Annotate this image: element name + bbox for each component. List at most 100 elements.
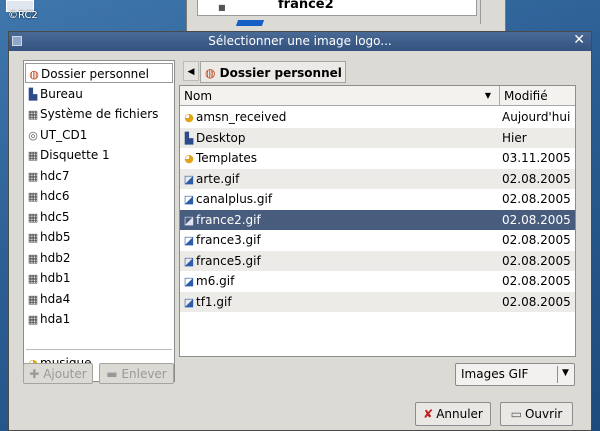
- sidebar-item-ut-cd1[interactable]: ◎ UT_CD1: [25, 125, 175, 145]
- file-row[interactable]: ◪ france3.gif 02.08.2005: [180, 230, 575, 250]
- file-row[interactable]: ◕ Templates 03.11.2005: [180, 148, 575, 168]
- file-chooser-dialog: Sélectionner une image logo... ✕ ◍ Dossie…: [8, 31, 592, 431]
- file-name: france5.gif: [196, 253, 261, 268]
- file-row[interactable]: ◪ arte.gif 02.08.2005: [180, 168, 575, 190]
- file-name: france3.gif: [196, 233, 261, 247]
- file-modified: 02.08.2005: [502, 253, 571, 268]
- harddisk-icon: ▦: [27, 108, 39, 121]
- places-sidebar: ◍ Dossier personnel ▙ Bureau ▦ Système de fic…: [23, 60, 175, 382]
- harddisk-icon: ▦: [27, 272, 39, 285]
- column-name-label: Nom: [184, 89, 213, 103]
- file-name: m6.gif: [196, 274, 235, 288]
- filter-divider: [557, 366, 558, 383]
- sort-down-icon: ▼: [484, 91, 491, 100]
- sidebar-item-bureau[interactable]: ▙ Bureau: [25, 84, 175, 104]
- sidebar-item-hdc5[interactable]: ▦ hdc5: [25, 207, 175, 227]
- file-name: canalplus.gif: [196, 192, 273, 206]
- sidebar-item-hdb2[interactable]: ▦ hdb2: [25, 248, 175, 268]
- file-name: Templates: [196, 151, 258, 165]
- file-modified: 02.08.2005: [502, 212, 571, 227]
- file-row[interactable]: ◪ m6.gif 02.08.2005: [180, 271, 575, 291]
- sidebar-item-hda4[interactable]: ▦ hda4: [25, 289, 175, 309]
- image-file-icon: ◪: [183, 275, 195, 288]
- sidebar-item-hdb1[interactable]: ▦ hdb1: [25, 268, 175, 288]
- desktop-icon-rc2[interactable]: ©RC2: [4, 0, 38, 22]
- harddisk-icon: ▦: [27, 313, 39, 326]
- file-name-cell: ◪ france5.gif: [183, 251, 261, 272]
- remove-place-label: Enlever: [121, 367, 167, 381]
- column-header-modified[interactable]: Modifié: [500, 86, 575, 106]
- file-name-cell: ◕ amsn_received: [183, 107, 286, 128]
- file-modified: 02.08.2005: [502, 294, 571, 309]
- desktop-icon: ▙: [28, 87, 38, 101]
- file-name-cell: ◪ france3.gif: [183, 230, 261, 251]
- filter-value: Images GIF: [461, 367, 529, 381]
- file-row[interactable]: ◪ tf1.gif 02.08.2005: [180, 291, 575, 313]
- file-name: france2.gif: [196, 212, 261, 227]
- file-modified: 02.08.2005: [502, 192, 571, 206]
- image-file-icon: ◪: [183, 193, 195, 206]
- harddisk-icon: ▦: [27, 251, 39, 265]
- sidebar-item-dossier-personnel[interactable]: ◍ Dossier personnel: [25, 63, 173, 83]
- harddisk-icon: ▦: [27, 231, 39, 244]
- pathbar-current-folder[interactable]: ◍ Dossier personnel: [200, 61, 346, 83]
- sidebar-item-hdc7[interactable]: ▦ hdc7: [25, 166, 175, 186]
- file-row[interactable]: ◪ france2.gif 02.08.2005: [180, 209, 575, 230]
- sidebar-item-label: UT_CD1: [40, 127, 88, 142]
- file-row[interactable]: ◕ amsn_received Aujourd'hui: [180, 107, 575, 127]
- cancel-icon: ✘: [423, 407, 434, 421]
- file-row[interactable]: ▙ Desktop Hier: [180, 127, 575, 148]
- file-row[interactable]: ◪ france5.gif 02.08.2005: [180, 250, 575, 272]
- file-name-cell: ◪ arte.gif: [183, 169, 240, 190]
- open-button[interactable]: ▭ Ouvrir: [500, 402, 573, 426]
- sidebar-item-label: Bureau: [40, 86, 83, 101]
- add-place-label: Ajouter: [43, 367, 87, 381]
- sidebar-item-label: hdb1: [40, 271, 71, 285]
- file-modified: 02.08.2005: [502, 171, 571, 186]
- file-modified: 02.08.2005: [502, 274, 571, 288]
- plus-icon: ✚: [29, 367, 40, 381]
- harddisk-icon: ▦: [27, 190, 39, 203]
- background-window-scrollbar: [480, 0, 493, 24]
- file-name-cell: ◪ tf1.gif: [183, 292, 232, 313]
- dialog-titlebar[interactable]: Sélectionner une image logo... ✕: [9, 32, 591, 51]
- column-header-name[interactable]: Nom ▼: [180, 86, 500, 106]
- sidebar-item-label: hda1: [40, 312, 71, 326]
- image-file-icon: ◪: [183, 172, 195, 186]
- desktop-icon-label: ©RC2: [8, 10, 38, 21]
- image-file-icon: ◪: [183, 295, 195, 309]
- file-modified: Hier: [502, 130, 527, 145]
- close-icon[interactable]: ✕: [573, 32, 585, 48]
- home-icon: ◍: [205, 66, 216, 80]
- sidebar-item-label: hdb2: [40, 250, 71, 265]
- file-row[interactable]: ◪ canalplus.gif 02.08.2005: [180, 189, 575, 209]
- sidebar-item-label: hdb5: [40, 230, 71, 244]
- add-place-button[interactable]: ✚ Ajouter: [23, 363, 93, 384]
- open-folder-icon: ▭: [510, 407, 522, 421]
- minus-icon: ▬: [106, 367, 118, 381]
- harddisk-icon: ▦: [27, 169, 39, 183]
- image-file-icon: ◪: [183, 213, 195, 227]
- file-name: tf1.gif: [196, 294, 232, 309]
- pathbar-back-button[interactable]: ◀: [183, 61, 199, 81]
- cancel-button[interactable]: ✘ Annuler: [415, 402, 491, 426]
- sidebar-item-hdc6[interactable]: ▦ hdc6: [25, 186, 175, 206]
- file-type-filter[interactable]: Images GIF ▼: [455, 363, 575, 386]
- sidebar-item-label: Dossier personnel: [41, 67, 150, 81]
- remove-place-button[interactable]: ▬ Enlever: [99, 363, 174, 384]
- file-list: Nom ▼ Modifié ◕ amsn_received Aujourd'hui ▙…: [179, 85, 576, 357]
- sidebar-item-hda1[interactable]: ▦ hda1: [25, 309, 175, 329]
- sidebar-item-syst-me-de-fichiers[interactable]: ▦ Système de fichiers: [25, 104, 175, 124]
- folder-icon: ◕: [184, 152, 194, 165]
- file-name: Desktop: [196, 130, 246, 145]
- chevron-down-icon: ▼: [562, 368, 569, 378]
- sidebar-item-hdb5[interactable]: ▦ hdb5: [25, 227, 175, 247]
- file-modified: Aujourd'hui: [502, 110, 571, 124]
- sidebar-item-disquette-1[interactable]: ▦ Disquette 1: [25, 145, 175, 165]
- background-window-title: france2: [278, 0, 334, 12]
- sidebar-item-label: Système de fichiers: [40, 107, 159, 121]
- background-window: ■ france2: [186, 0, 506, 35]
- background-window-list: ■ france2: [197, 0, 477, 16]
- sidebar-item-label: Disquette 1: [40, 148, 110, 162]
- floppy-icon: ▦: [27, 149, 39, 162]
